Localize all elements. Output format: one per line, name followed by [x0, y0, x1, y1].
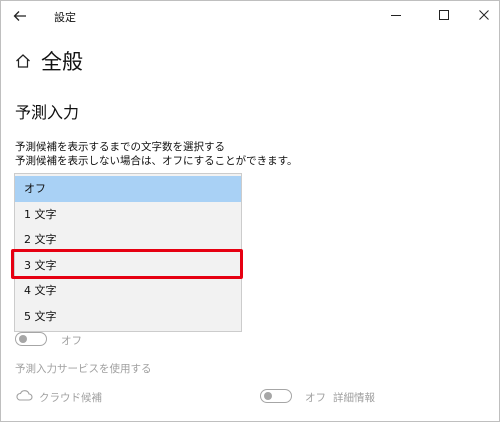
close-icon [479, 10, 489, 20]
cloud-candidates-toggle[interactable] [260, 389, 292, 403]
page-title: 全般 [41, 50, 83, 74]
section-description-line2: 予測候補を表示しない場合は、オフにすることができます。 [15, 155, 298, 167]
section-description-line1: 予測候補を表示するまでの文字数を選択する [15, 141, 225, 153]
predictive-toggle-state: オフ [61, 335, 82, 347]
dropdown-option-1[interactable]: 1 文字 [15, 202, 241, 228]
back-button[interactable] [9, 6, 31, 26]
window-title: 設定 [54, 11, 76, 24]
close-button[interactable] [469, 5, 499, 25]
settings-window: 設定 全般 予測入力 予測候補を表示するまでの文字数を選択する 予測候補を表示し… [0, 0, 500, 422]
details-link[interactable]: 詳細情報 [333, 390, 375, 405]
predictive-toggle[interactable] [15, 332, 47, 346]
dropdown-option-5[interactable]: 5 文字 [15, 304, 241, 330]
maximize-icon [439, 10, 449, 20]
section-title: 予測入力 [15, 103, 80, 122]
prediction-service-label: 予測入力サービスを使用する [15, 363, 152, 375]
cloud-toggle-state: オフ [305, 392, 326, 404]
dropdown-option-4[interactable]: 4 文字 [15, 278, 241, 304]
back-arrow-icon [13, 11, 26, 21]
home-icon [16, 54, 30, 68]
toggle-knob [264, 392, 272, 400]
cloud-icon [16, 390, 33, 401]
minimize-button[interactable] [381, 5, 411, 25]
toggle-knob [19, 335, 27, 343]
dropdown-option-off[interactable]: オフ [15, 176, 241, 202]
title-bar: 設定 [1, 1, 499, 31]
minimize-icon [391, 15, 401, 16]
highlight-frame [11, 249, 243, 279]
page-header: 全般 [15, 45, 83, 77]
cloud-candidates-label: クラウド候補 [39, 392, 102, 404]
maximize-button[interactable] [429, 5, 459, 25]
